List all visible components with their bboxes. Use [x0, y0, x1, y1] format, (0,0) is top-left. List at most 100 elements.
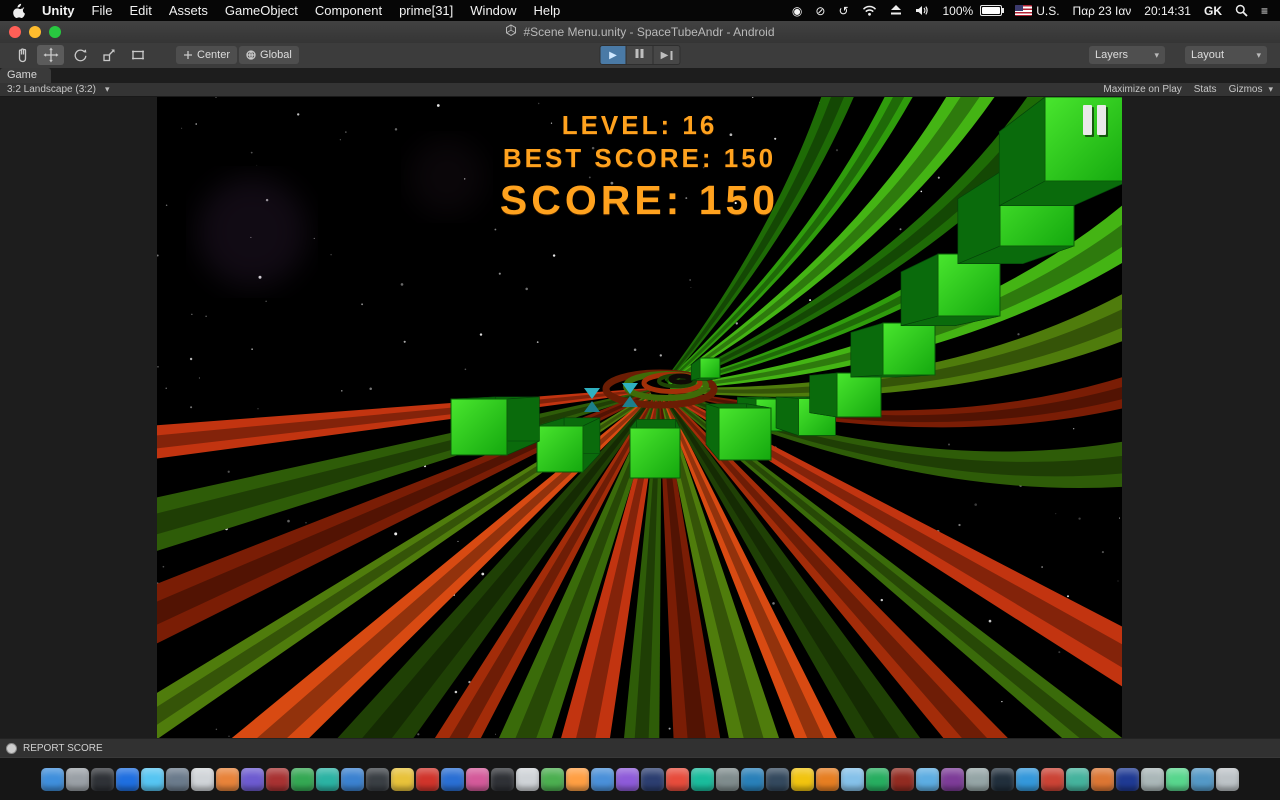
- dock-icon-21[interactable]: [541, 768, 564, 791]
- dock-icon-13[interactable]: [341, 768, 364, 791]
- stats-toggle[interactable]: Stats: [1194, 84, 1217, 95]
- dock-icon-27[interactable]: [691, 768, 714, 791]
- minimize-window-button[interactable]: [29, 26, 41, 38]
- menu-item-component[interactable]: Component: [315, 3, 382, 18]
- pivot-global-button[interactable]: Global: [239, 46, 299, 64]
- dock-icon-25[interactable]: [641, 768, 664, 791]
- dock-icon-9[interactable]: [241, 768, 264, 791]
- dock-icon-7[interactable]: [191, 768, 214, 791]
- wifi-icon[interactable]: [862, 5, 877, 16]
- game-view-bar: 3:2 Landscape (3:2) ▾ Maximize on Play S…: [0, 83, 1280, 97]
- menu-date[interactable]: Παρ 23 Ιαν: [1073, 4, 1132, 18]
- dock-icon-11[interactable]: [291, 768, 314, 791]
- time-machine-icon[interactable]: ↺: [838, 5, 848, 17]
- dock-icon-30[interactable]: [766, 768, 789, 791]
- dock-icon-18[interactable]: [466, 768, 489, 791]
- tab-game[interactable]: Game: [0, 68, 51, 83]
- dock-icon-23[interactable]: [591, 768, 614, 791]
- dock-icon-14[interactable]: [366, 768, 389, 791]
- rotate-tool-icon[interactable]: [66, 45, 93, 65]
- menu-item-help[interactable]: Help: [534, 3, 561, 18]
- dock-icon-8[interactable]: [216, 768, 239, 791]
- dock-icon-47[interactable]: [1191, 768, 1214, 791]
- game-viewport[interactable]: LEVEL: 16 BEST SCORE: 150 SCORE: 150: [157, 97, 1122, 738]
- dock-icon-16[interactable]: [416, 768, 439, 791]
- chevron-down-icon: ▾: [1268, 84, 1273, 94]
- menu-item-prime31[interactable]: prime[31]: [399, 3, 453, 18]
- dock-icon-12[interactable]: [316, 768, 339, 791]
- fast-user-switch[interactable]: GK: [1204, 4, 1222, 18]
- dock-icon-34[interactable]: [866, 768, 889, 791]
- dock-icon-17[interactable]: [441, 768, 464, 791]
- volume-icon[interactable]: [915, 5, 930, 16]
- layout-label: Layout: [1191, 49, 1224, 61]
- dock-icon-35[interactable]: [891, 768, 914, 791]
- spotlight-icon[interactable]: [1235, 4, 1248, 17]
- rect-tool-icon[interactable]: [124, 45, 151, 65]
- menu-item-assets[interactable]: Assets: [169, 3, 208, 18]
- dock-icon-33[interactable]: [841, 768, 864, 791]
- dock-icon-40[interactable]: [1016, 768, 1039, 791]
- menu-time[interactable]: 20:14:31: [1144, 4, 1191, 18]
- menu-item-unity[interactable]: Unity: [42, 3, 75, 18]
- dock-icon-28[interactable]: [716, 768, 739, 791]
- move-tool-icon[interactable]: [37, 45, 64, 65]
- unity-status-bar[interactable]: REPORT SCORE: [0, 738, 1280, 758]
- menu-item-edit[interactable]: Edit: [129, 3, 151, 18]
- traffic-lights: [9, 26, 61, 38]
- dock-icon-24[interactable]: [616, 768, 639, 791]
- pivot-center-button[interactable]: Center: [176, 46, 237, 64]
- battery-indicator[interactable]: 100%: [943, 4, 1003, 18]
- maximize-on-play-toggle[interactable]: Maximize on Play: [1103, 84, 1181, 95]
- dock-icon-37[interactable]: [941, 768, 964, 791]
- dock-icon-2[interactable]: [66, 768, 89, 791]
- play-button[interactable]: ▶: [600, 45, 627, 65]
- pause-button[interactable]: [627, 45, 654, 65]
- menu-bar: Unity File Edit Assets GameObject Compon…: [0, 0, 1280, 21]
- dock-icon-19[interactable]: [491, 768, 514, 791]
- gizmos-dropdown[interactable]: Gizmos▾: [1229, 84, 1273, 95]
- dock-icon-44[interactable]: [1116, 768, 1139, 791]
- dock-icon-43[interactable]: [1091, 768, 1114, 791]
- dock-icon-42[interactable]: [1066, 768, 1089, 791]
- menu-item-window[interactable]: Window: [470, 3, 516, 18]
- transform-tools: [8, 45, 151, 65]
- dock-icon-10[interactable]: [266, 768, 289, 791]
- dock-icon-3[interactable]: [91, 768, 114, 791]
- menu-item-gameobject[interactable]: GameObject: [225, 3, 298, 18]
- dock-icon-45[interactable]: [1141, 768, 1164, 791]
- apple-menu-icon[interactable]: [12, 3, 25, 18]
- dock-icon-32[interactable]: [816, 768, 839, 791]
- dock-icon-20[interactable]: [516, 768, 539, 791]
- dock-icon-5[interactable]: [141, 768, 164, 791]
- dock-icon-41[interactable]: [1041, 768, 1064, 791]
- dock-icon-1[interactable]: [41, 768, 64, 791]
- dock-icon-46[interactable]: [1166, 768, 1189, 791]
- dock-icon-4[interactable]: [116, 768, 139, 791]
- dock-icon-48[interactable]: [1216, 768, 1239, 791]
- dock-icon-15[interactable]: [391, 768, 414, 791]
- menu-item-file[interactable]: File: [92, 3, 113, 18]
- dock-icon-38[interactable]: [966, 768, 989, 791]
- scale-tool-icon[interactable]: [95, 45, 122, 65]
- zoom-window-button[interactable]: [49, 26, 61, 38]
- eject-icon[interactable]: [890, 5, 902, 16]
- layout-dropdown[interactable]: Layout ▾: [1185, 46, 1267, 64]
- close-window-button[interactable]: [9, 26, 21, 38]
- game-pause-button[interactable]: [1083, 105, 1106, 135]
- status-disabled-icon[interactable]: ⊘: [815, 5, 825, 17]
- layers-dropdown[interactable]: Layers ▾: [1089, 46, 1165, 64]
- status-circle-icon[interactable]: ◉: [792, 5, 802, 17]
- input-source[interactable]: U.S.: [1015, 4, 1059, 18]
- hand-tool-icon[interactable]: [8, 45, 35, 65]
- notification-center-icon[interactable]: ≡: [1261, 5, 1268, 17]
- aspect-dropdown[interactable]: 3:2 Landscape (3:2) ▾: [7, 84, 109, 95]
- dock-icon-36[interactable]: [916, 768, 939, 791]
- dock-icon-31[interactable]: [791, 768, 814, 791]
- step-button[interactable]: ▶: [654, 45, 681, 65]
- dock-icon-6[interactable]: [166, 768, 189, 791]
- dock-icon-26[interactable]: [666, 768, 689, 791]
- dock-icon-29[interactable]: [741, 768, 764, 791]
- dock-icon-39[interactable]: [991, 768, 1014, 791]
- dock-icon-22[interactable]: [566, 768, 589, 791]
